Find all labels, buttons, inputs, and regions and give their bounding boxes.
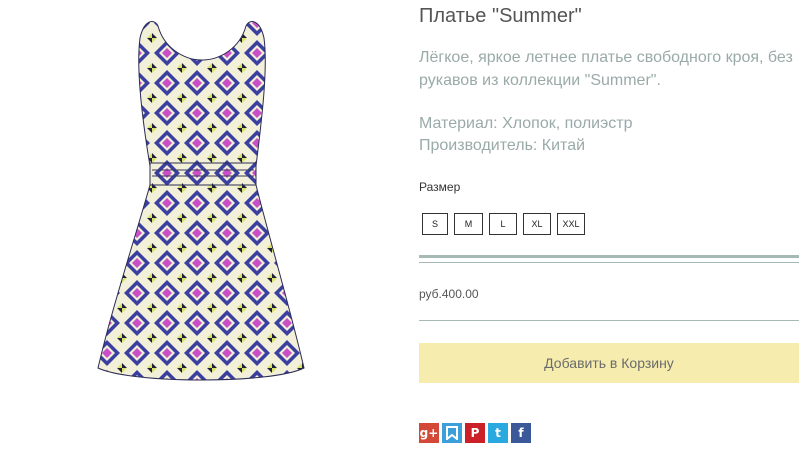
product-material: Материал: Хлопок, полиэстр: [419, 115, 633, 132]
product-price: руб.400.00: [419, 287, 479, 301]
product-title: Платье "Summer": [419, 5, 582, 27]
twitter-icon[interactable]: t: [488, 423, 508, 443]
size-option-s[interactable]: S: [422, 213, 448, 235]
google-plus-icon[interactable]: g+: [419, 423, 439, 443]
product-image[interactable]: [92, 8, 312, 408]
divider: [419, 262, 799, 263]
size-option-xl[interactable]: XL: [523, 213, 551, 235]
product-manufacturer: Производитель: Китай: [419, 137, 586, 154]
facebook-icon[interactable]: f: [511, 423, 531, 443]
size-options: S M L XL XXL: [422, 213, 585, 235]
divider: [419, 320, 799, 321]
size-option-l[interactable]: L: [489, 213, 517, 235]
size-option-m[interactable]: M: [454, 213, 483, 235]
size-option-xxl[interactable]: XXL: [557, 213, 585, 235]
product-description: Лёгкое, яркое летнее платье свободного к…: [419, 49, 793, 89]
pinterest-icon[interactable]: P: [465, 423, 485, 443]
size-label: Размер: [419, 180, 461, 194]
bookmark-icon[interactable]: [442, 423, 462, 443]
share-icons: g+ P t f: [419, 423, 531, 443]
divider: [419, 255, 799, 258]
add-to-cart-button[interactable]: Добавить в Корзину: [419, 343, 799, 383]
dress-image: [97, 21, 305, 381]
